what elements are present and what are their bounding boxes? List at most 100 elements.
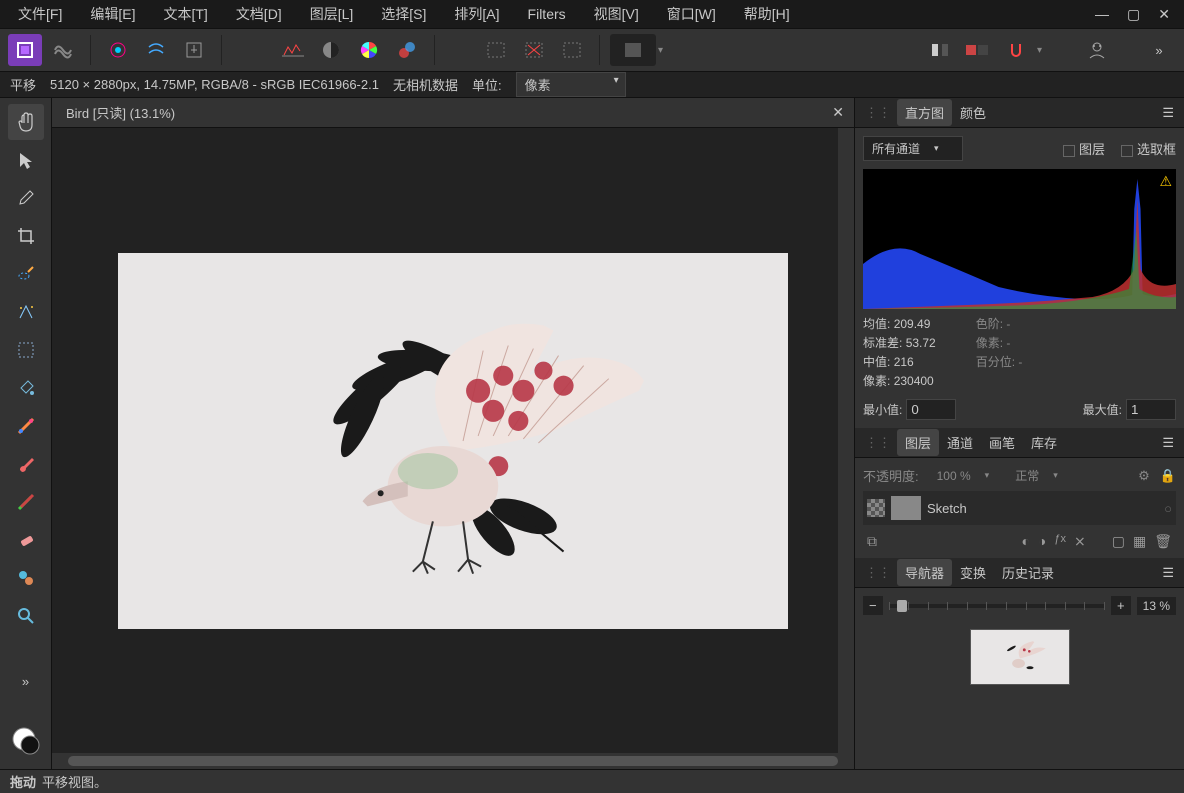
hand-tool-icon[interactable] xyxy=(8,104,44,140)
panel-menu-icon[interactable]: ☰ xyxy=(1156,435,1180,451)
panel-grip-icon[interactable]: ⋮⋮ xyxy=(865,565,891,581)
gradient-tool-icon[interactable] xyxy=(8,408,44,444)
selection-intersect-icon[interactable] xyxy=(555,34,589,66)
stat-levels: 色阶: - xyxy=(976,315,1023,332)
channel-dropdown[interactable]: 所有通道 xyxy=(863,136,963,161)
menu-filters[interactable]: Filters xyxy=(514,2,580,26)
zoom-slider[interactable] xyxy=(889,604,1105,608)
menu-select[interactable]: 选择[S] xyxy=(367,0,440,28)
marquee-tool-icon[interactable] xyxy=(8,332,44,368)
flood-fill-tool-icon[interactable] xyxy=(8,370,44,406)
vertical-scrollbar[interactable] xyxy=(838,128,854,753)
tab-history[interactable]: 历史记录 xyxy=(994,559,1062,586)
tab-navigator[interactable]: 导航器 xyxy=(897,559,952,586)
paint-brush-tool-icon[interactable] xyxy=(8,446,44,482)
layer-row[interactable]: Sketch ○ xyxy=(863,491,1176,525)
crop-tool-icon[interactable] xyxy=(8,218,44,254)
document-tab[interactable]: Bird [只读] (13.1%) xyxy=(52,98,189,127)
window-close-icon[interactable]: ✕ xyxy=(1158,6,1170,23)
tab-histogram[interactable]: 直方图 xyxy=(897,99,952,126)
auto-white-balance-icon[interactable] xyxy=(390,34,424,66)
liquify-persona-icon[interactable] xyxy=(139,34,173,66)
move-tool-icon[interactable] xyxy=(8,142,44,178)
menu-document[interactable]: 文档[D] xyxy=(222,0,296,28)
tools-overflow-icon[interactable]: » xyxy=(8,663,44,699)
visibility-checker-icon[interactable] xyxy=(867,499,885,517)
navigator-preview[interactable] xyxy=(970,629,1070,685)
tab-layers[interactable]: 图层 xyxy=(897,429,939,456)
tab-stock[interactable]: 库存 xyxy=(1023,429,1065,456)
menu-edit[interactable]: 编辑[E] xyxy=(76,0,149,28)
tab-close-icon[interactable]: ✕ xyxy=(822,104,854,121)
zoom-out-button[interactable]: − xyxy=(863,596,883,615)
max-input[interactable] xyxy=(1126,399,1176,420)
menu-text[interactable]: 文本[T] xyxy=(149,0,221,28)
erase-tool-icon[interactable] xyxy=(8,522,44,558)
panel-grip-icon[interactable]: ⋮⋮ xyxy=(865,435,891,451)
persona-liquify-icon[interactable] xyxy=(46,34,80,66)
auto-colors-icon[interactable] xyxy=(352,34,386,66)
menu-layer[interactable]: 图层[L] xyxy=(296,0,368,28)
tab-channels[interactable]: 通道 xyxy=(939,429,981,456)
menu-arrange[interactable]: 排列[A] xyxy=(440,0,513,28)
menu-view[interactable]: 视图[V] xyxy=(580,0,653,28)
blend-mode-dropdown[interactable]: 正常 xyxy=(1007,464,1128,487)
opacity-value[interactable]: 100 % xyxy=(929,466,998,486)
add-pixel-layer-icon[interactable]: ▦ xyxy=(1133,533,1146,550)
account-icon[interactable] xyxy=(1080,34,1114,66)
window-minimize-icon[interactable]: — xyxy=(1095,6,1109,23)
zoom-value[interactable]: 13 % xyxy=(1137,597,1176,615)
mask-icon[interactable]: ◑ xyxy=(1038,533,1046,550)
panel-menu-icon[interactable]: ☰ xyxy=(1156,105,1180,121)
add-layer-icon[interactable]: ▢ xyxy=(1112,533,1125,550)
dropdown-arrow-icon[interactable]: ▾ xyxy=(658,45,663,56)
quick-mask-swatch[interactable] xyxy=(610,34,656,66)
min-input[interactable] xyxy=(906,399,956,420)
window-maximize-icon[interactable]: ▢ xyxy=(1127,6,1140,23)
align-panel-icon[interactable] xyxy=(923,34,957,66)
auto-contrast-icon[interactable] xyxy=(314,34,348,66)
menu-window[interactable]: 窗口[W] xyxy=(653,0,730,28)
dropdown-arrow-icon[interactable]: ▾ xyxy=(1037,45,1042,56)
color-picker-tool-icon[interactable] xyxy=(8,180,44,216)
flood-select-tool-icon[interactable] xyxy=(8,294,44,330)
toggle-ui-icon[interactable] xyxy=(961,34,995,66)
selection-brush-tool-icon[interactable] xyxy=(8,256,44,292)
zoom-in-button[interactable]: + xyxy=(1111,596,1131,615)
paint-mixer-brush-tool-icon[interactable] xyxy=(8,484,44,520)
toolbar-overflow-icon[interactable]: » xyxy=(1142,34,1176,66)
gear-icon[interactable]: ⚙ xyxy=(1138,468,1150,484)
menu-help[interactable]: 帮助[H] xyxy=(730,0,804,28)
tab-color[interactable]: 颜色 xyxy=(952,99,994,126)
tab-brushes[interactable]: 画笔 xyxy=(981,429,1023,456)
fx-icon[interactable]: ƒx xyxy=(1054,533,1066,550)
panel-grip-icon[interactable]: ⋮⋮ xyxy=(865,105,891,121)
export-persona-icon[interactable] xyxy=(177,34,211,66)
menu-file[interactable]: 文件[F] xyxy=(4,0,76,28)
layer-checkbox[interactable]: 图层 xyxy=(1063,139,1105,158)
selection-remove-icon[interactable] xyxy=(517,34,551,66)
lock-icon[interactable]: 🔒 xyxy=(1160,468,1176,484)
layer-group-icon[interactable]: ⧉ xyxy=(867,533,877,550)
selection-add-icon[interactable] xyxy=(479,34,513,66)
adjustment-icon[interactable]: ◐ xyxy=(1021,533,1029,550)
unit-dropdown[interactable]: 像素 xyxy=(516,72,626,97)
layer-visibility-dot-icon[interactable]: ○ xyxy=(1164,501,1172,516)
histogram-display: ⚠ xyxy=(863,169,1176,309)
zoom-tool-icon[interactable] xyxy=(8,598,44,634)
snapping-icon[interactable] xyxy=(999,34,1033,66)
edit-all-layers-icon[interactable] xyxy=(101,34,135,66)
persona-photo-icon[interactable] xyxy=(8,34,42,66)
stat-pct: 百分位: - xyxy=(976,353,1023,370)
levels-icon[interactable] xyxy=(276,34,310,66)
clone-tool-icon[interactable] xyxy=(8,560,44,596)
trash-icon[interactable]: 🗑 xyxy=(1154,533,1172,550)
tab-transform[interactable]: 变换 xyxy=(952,559,994,586)
canvas-viewport[interactable] xyxy=(52,128,854,753)
delete-crossout-icon[interactable]: ⨯ xyxy=(1074,533,1086,550)
opacity-label: 不透明度: xyxy=(863,466,919,485)
horizontal-scrollbar[interactable] xyxy=(52,753,854,769)
selection-checkbox[interactable]: 选取框 xyxy=(1121,139,1176,158)
panel-menu-icon[interactable]: ☰ xyxy=(1156,565,1180,581)
color-swatch-icon[interactable] xyxy=(8,723,44,759)
